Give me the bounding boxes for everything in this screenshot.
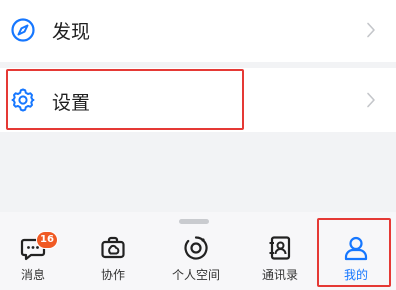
tab-contacts[interactable]: 通讯录 xyxy=(252,228,308,288)
tab-messages-label: 消息 xyxy=(20,268,45,282)
personal-space-icon xyxy=(184,236,208,260)
person-icon xyxy=(344,236,368,261)
unread-count-badge: 16 xyxy=(36,231,58,249)
chevron-right-icon xyxy=(367,92,375,108)
tab-contacts-label: 通讯录 xyxy=(261,268,298,282)
collaboration-bag-icon xyxy=(101,236,125,259)
chevron-right-icon xyxy=(367,22,375,38)
tab-collaboration-label: 协作 xyxy=(100,268,125,282)
tab-collaboration[interactable]: 协作 xyxy=(88,228,138,288)
tab-me-label: 我的 xyxy=(343,268,368,282)
tab-personal-space-label: 个人空间 xyxy=(171,268,220,282)
drag-handle[interactable] xyxy=(179,219,209,224)
menu-row-discover-label: 发现 xyxy=(52,21,91,43)
menu-row-discover[interactable]: 发现 xyxy=(0,0,396,62)
tab-personal-space[interactable]: 个人空间 xyxy=(164,228,228,288)
tab-me[interactable]: 我的 xyxy=(330,228,382,288)
menu-row-settings[interactable]: 设置 xyxy=(0,68,396,132)
contacts-book-icon xyxy=(269,236,291,260)
compass-icon xyxy=(11,18,35,42)
menu-row-settings-label: 设置 xyxy=(52,92,91,114)
gear-icon xyxy=(11,88,35,112)
screen: 发现 设置 消息 协作 个人空间 通讯录 我的 16 xyxy=(0,0,396,290)
